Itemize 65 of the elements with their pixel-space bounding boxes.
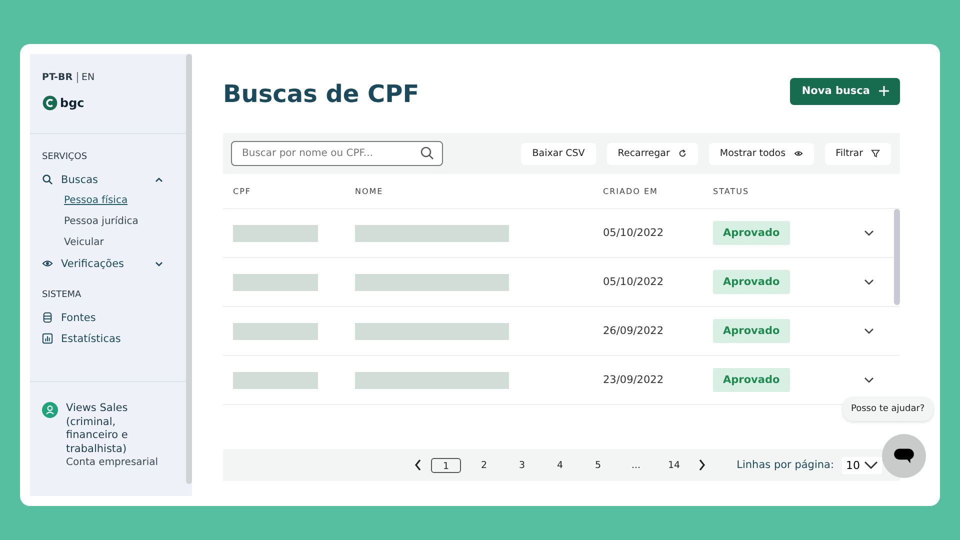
- section-title: SISTEMA: [42, 290, 82, 300]
- nav-item[interactable]: Estatísticas: [42, 328, 180, 349]
- table-cell-text: 05/10/2022: [603, 276, 665, 288]
- toolbar-button[interactable]: Filtrar: [824, 142, 891, 164]
- chevron-icon: [864, 460, 878, 470]
- page-number[interactable]: 1: [431, 458, 461, 472]
- status-badge: Aprovado: [713, 270, 790, 294]
- rows-per-page-select[interactable]: 10: [842, 456, 882, 474]
- language-option[interactable]: EN: [76, 72, 95, 83]
- nav-subitem[interactable]: Pessoa física: [42, 190, 128, 211]
- status-badge: Aprovado: [713, 368, 790, 392]
- page-number[interactable]: 3: [507, 458, 537, 472]
- table-cell-text: 05/10/2022: [603, 227, 665, 239]
- page-number[interactable]: ...: [621, 458, 651, 472]
- table-cell-text: 26/09/2022: [603, 325, 665, 337]
- toolbar-button[interactable]: Baixar CSV: [521, 142, 596, 164]
- page-number[interactable]: 2: [469, 458, 499, 472]
- chevron-left-icon[interactable]: [413, 458, 423, 472]
- chat-icon: [893, 447, 915, 465]
- language-option[interactable]: PT-BR: [42, 72, 73, 83]
- chat-bubble: Posso te ajudar?: [843, 397, 933, 421]
- nav-label: Buscas: [61, 174, 100, 186]
- chevron-right-icon[interactable]: [697, 458, 707, 472]
- account-name: Views Sales (criminal, financeiro e trabalhista): [66, 402, 129, 456]
- search-icon: [420, 146, 434, 160]
- page-title: Buscas de CPF: [223, 79, 420, 108]
- column-header: CPF: [232, 186, 252, 196]
- scrollbar[interactable]: [186, 54, 192, 484]
- nav-label: Verificações: [61, 258, 126, 270]
- page-number[interactable]: 5: [583, 458, 613, 472]
- eye-icon: [42, 258, 53, 269]
- account-type: Conta empresarial: [66, 456, 158, 470]
- table-cell-text: 23/09/2022: [603, 374, 665, 386]
- scrollbar[interactable]: [894, 209, 900, 305]
- nav-subitem[interactable]: Pessoa jurídica: [42, 211, 138, 232]
- rows-per-page-label: Linhas por página:: [736, 459, 834, 471]
- new-search-button[interactable]: Nova busca: [790, 78, 900, 104]
- search-field[interactable]: Buscar por nome ou CPF...: [231, 141, 443, 166]
- toolbar-button[interactable]: Recarregar: [606, 142, 698, 164]
- chat-button[interactable]: [882, 434, 926, 478]
- search-icon: [42, 174, 53, 185]
- filter-icon: [871, 149, 880, 158]
- status-badge: Aprovado: [713, 221, 790, 245]
- section-title: SERVIÇOS: [42, 152, 88, 162]
- column-header: STATUS: [713, 186, 750, 196]
- brand-name: bgc: [60, 96, 84, 110]
- nav-item[interactable]: Verificações: [42, 253, 180, 274]
- bar-chart-icon: [42, 333, 53, 344]
- page-number[interactable]: 14: [659, 458, 689, 472]
- nav-label: Fontes: [61, 312, 97, 324]
- eye-icon: [794, 149, 803, 158]
- page-number[interactable]: 4: [545, 458, 575, 472]
- status-badge: Aprovado: [713, 319, 790, 343]
- database-icon: [42, 312, 53, 323]
- plus-icon: [878, 85, 890, 97]
- reload-icon: [678, 149, 687, 158]
- column-header: NOME: [355, 186, 384, 196]
- logo-icon: [42, 95, 58, 111]
- user-avatar-icon: [42, 402, 58, 418]
- nav-subitem[interactable]: Veicular: [42, 232, 104, 253]
- nav-label: Estatísticas: [61, 332, 122, 344]
- nav-item[interactable]: Buscas: [42, 169, 180, 190]
- toolbar-button[interactable]: Mostrar todos: [708, 142, 814, 164]
- column-header: CRIADO EM: [603, 186, 659, 196]
- nav-item[interactable]: Fontes: [42, 307, 180, 328]
